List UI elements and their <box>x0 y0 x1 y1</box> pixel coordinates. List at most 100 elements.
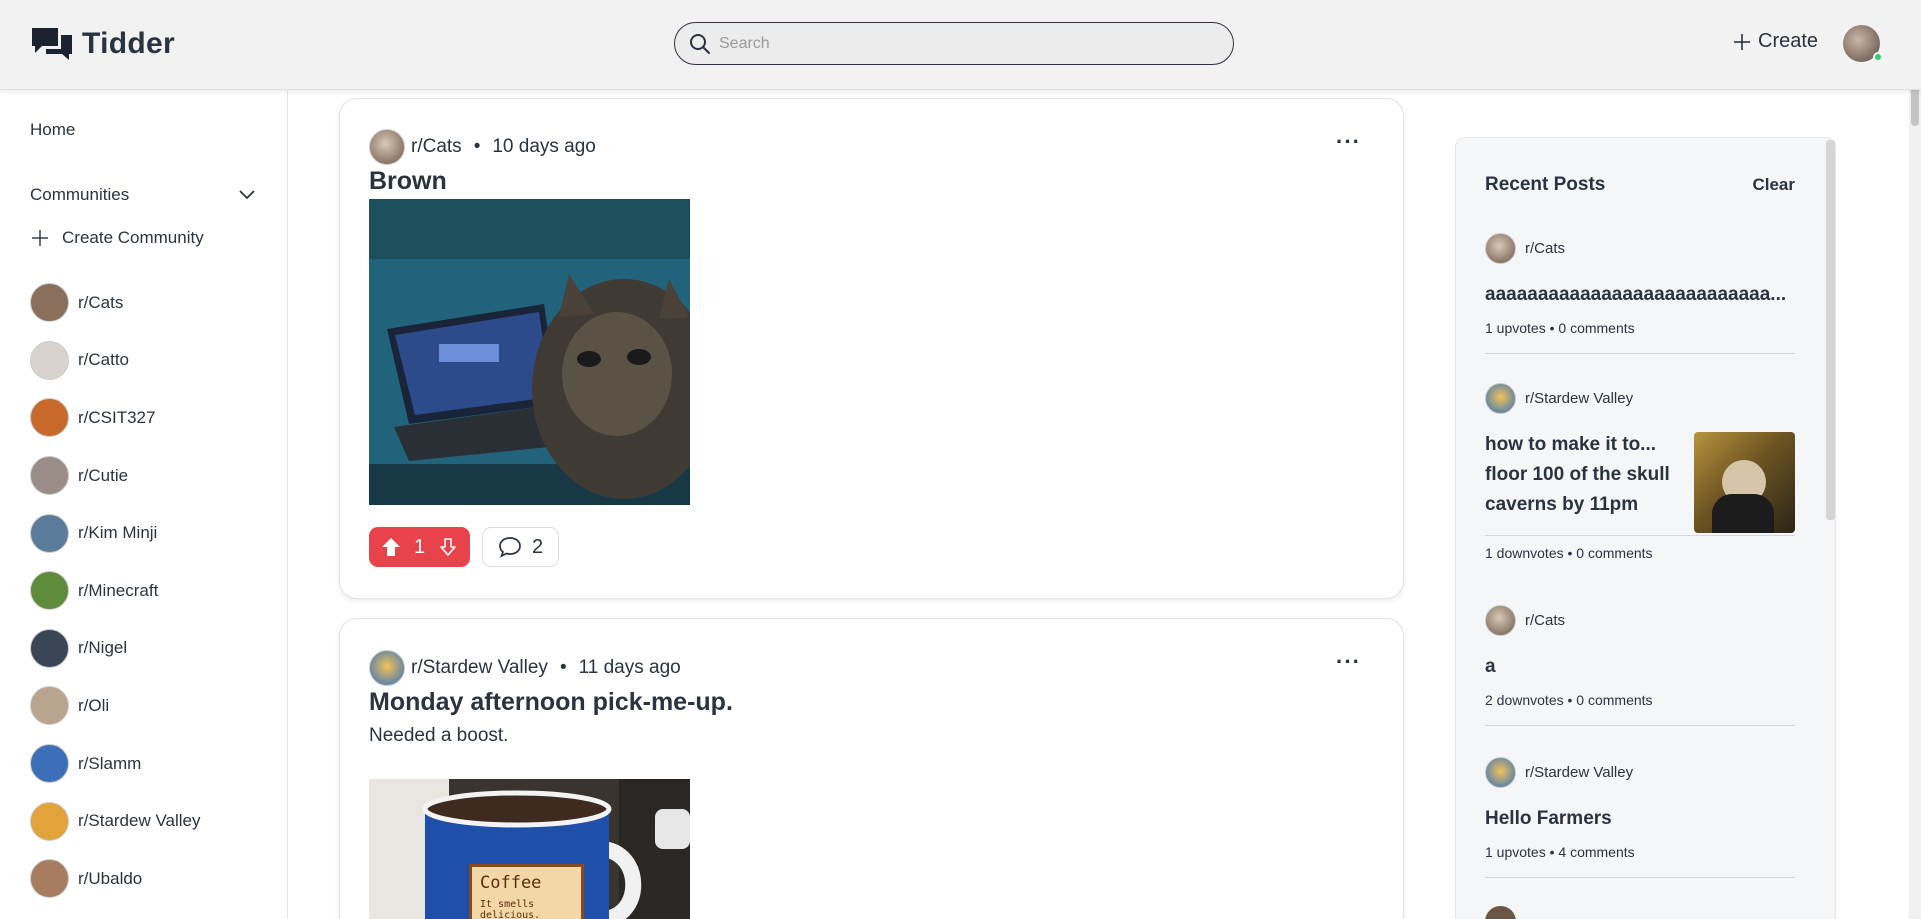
create-community-label: Create Community <box>62 228 204 247</box>
comment-count: 2 <box>531 535 544 558</box>
search-input[interactable] <box>719 34 1199 53</box>
community-avatar <box>30 859 69 899</box>
vote-count: 1 <box>413 535 426 558</box>
top-header: Tidder Create <box>0 0 1921 90</box>
recent-post-item[interactable]: r/Cats aaaaaaaaaaaaaaaaaaaaaaaaaaa... 1 … <box>1485 233 1795 336</box>
post-card[interactable]: r/Cats • 10 days ago ··· Brown 1 2 <box>339 98 1404 599</box>
community-avatar <box>1485 233 1516 264</box>
recent-panel-scrollbar[interactable] <box>1826 140 1835 520</box>
community-avatar <box>30 686 69 726</box>
post-image[interactable] <box>369 199 690 505</box>
sidebar-item-community[interactable]: r/CSIT327 <box>30 389 201 447</box>
community-avatar <box>1485 605 1516 636</box>
community-avatar <box>30 513 69 553</box>
downvote-icon[interactable] <box>438 537 458 557</box>
chevron-down-icon <box>239 190 255 200</box>
community-name: r/Oli <box>78 695 110 715</box>
app-name: Tidder <box>82 27 175 60</box>
sidebar-item-community[interactable]: r/Cats <box>30 274 201 332</box>
recent-post-community: r/Stardew Valley <box>1485 383 1795 414</box>
community-avatar <box>1485 906 1516 919</box>
comments-button[interactable]: 2 <box>482 527 559 567</box>
divider <box>1485 725 1795 726</box>
mug-label-title: Coffee <box>480 873 542 893</box>
create-community-button[interactable]: Create Community <box>30 228 204 248</box>
post-card[interactable]: r/Stardew Valley • 11 days ago ··· Monda… <box>339 618 1404 919</box>
search-icon <box>690 33 710 54</box>
community-name: r/Ubaldo <box>78 868 143 888</box>
create-button[interactable]: Create <box>1732 30 1818 53</box>
recent-posts-header: Recent Posts Clear <box>1485 174 1795 196</box>
divider <box>1485 353 1795 354</box>
plus-icon <box>32 230 48 246</box>
online-status-indicator <box>1873 52 1883 62</box>
recent-post-title: how to make it to... floor 100 of the sk… <box>1485 434 1670 515</box>
upvote-icon[interactable] <box>381 537 401 557</box>
community-avatar <box>30 571 69 611</box>
mug-label: Coffee It smells delicious. <box>469 864 584 919</box>
community-avatar <box>30 283 69 323</box>
recent-post-community: r/Stardew Valley <box>1485 757 1795 788</box>
community-avatar <box>369 650 405 686</box>
recent-post-community: r/Cats <box>1485 605 1795 636</box>
sidebar-item-community[interactable]: r/Stardew Valley <box>30 792 201 850</box>
communities-toggle[interactable]: Communities <box>30 185 256 205</box>
post-title[interactable]: Monday afternoon pick-me-up. <box>369 688 733 717</box>
community-name: r/Cats <box>78 292 124 312</box>
community-avatar <box>369 129 405 165</box>
recent-post-item[interactable]: r/Cats a 2 downvotes • 0 comments <box>1485 605 1795 708</box>
more-options-button[interactable]: ··· <box>1336 129 1361 155</box>
post-time: 10 days ago <box>492 136 596 157</box>
recent-post-content: how to make it to... floor 100 of the sk… <box>1485 432 1795 533</box>
recent-post-title: Hello Farmers <box>1485 808 1612 829</box>
post-body: Needed a boost. <box>369 725 509 746</box>
left-sidebar: Home Communities Create Community r/Cats… <box>0 90 288 919</box>
recent-post-stats: 1 upvotes • 4 comments <box>1485 844 1635 860</box>
recent-post-title: aaaaaaaaaaaaaaaaaaaaaaaaaaa... <box>1485 284 1787 305</box>
clear-recent-button[interactable]: Clear <box>1752 175 1795 195</box>
meta-separator: • <box>559 657 567 678</box>
sidebar-item-community[interactable]: r/Catto <box>30 332 201 390</box>
sidebar-item-community[interactable]: r/Cutie <box>30 447 201 505</box>
search-bar[interactable] <box>674 22 1234 65</box>
post-meta: r/Cats • 10 days ago <box>369 129 596 165</box>
recent-posts-panel: Recent Posts Clear r/Cats aaaaaaaaaaaaaa… <box>1455 137 1836 919</box>
chat-bubbles-icon <box>32 28 72 60</box>
community-name: r/Minecraft <box>78 580 159 600</box>
community-name: r/Kim Minji <box>78 523 158 543</box>
post-community-link[interactable]: r/Cats <box>411 136 462 158</box>
recent-post-community: r/Cats <box>1485 233 1795 264</box>
page-scrollbar[interactable] <box>1909 54 1921 919</box>
recent-post-thumbnail <box>1694 432 1795 533</box>
community-name: r/Catto <box>78 350 130 370</box>
post-community-link[interactable]: r/Stardew Valley <box>411 657 548 679</box>
sidebar-item-community[interactable]: r/Ubaldo <box>30 850 201 908</box>
recent-post-stats: 1 upvotes • 0 comments <box>1485 320 1635 336</box>
divider <box>1485 535 1795 536</box>
mug-label-subtitle: It smells delicious. <box>480 899 541 919</box>
app-logo[interactable]: Tidder <box>30 26 175 62</box>
meta-separator: • <box>473 136 481 157</box>
post-meta: r/Stardew Valley • 11 days ago <box>369 650 681 686</box>
community-avatar <box>30 801 69 841</box>
recent-post-item[interactable]: r/Stardew Valley Hello Farmers 1 upvotes… <box>1485 757 1795 860</box>
plus-icon <box>1734 33 1750 50</box>
community-name: r/Nigel <box>78 638 128 658</box>
post-time: 11 days ago <box>578 657 681 678</box>
community-avatar <box>1485 383 1516 414</box>
recent-posts-title: Recent Posts <box>1485 174 1606 195</box>
sidebar-item-community[interactable]: r/Minecraft <box>30 562 201 620</box>
community-avatar <box>30 744 69 784</box>
sidebar-item-community[interactable]: r/Nigel <box>30 620 201 678</box>
create-label: Create <box>1758 30 1819 52</box>
recent-post-stats: 1 downvotes • 0 comments <box>1485 545 1653 561</box>
post-image[interactable]: Coffee It smells delicious. <box>369 779 690 919</box>
sidebar-item-home[interactable]: Home <box>30 120 75 140</box>
post-title[interactable]: Brown <box>369 167 447 196</box>
communities-label: Communities <box>30 185 130 204</box>
more-options-button[interactable]: ··· <box>1336 649 1361 675</box>
sidebar-item-community[interactable]: r/Slamm <box>30 735 201 793</box>
sidebar-item-community[interactable]: r/Kim Minji <box>30 504 201 562</box>
sidebar-item-community[interactable]: r/Oli <box>30 677 201 735</box>
community-name: r/CSIT327 <box>78 407 156 427</box>
